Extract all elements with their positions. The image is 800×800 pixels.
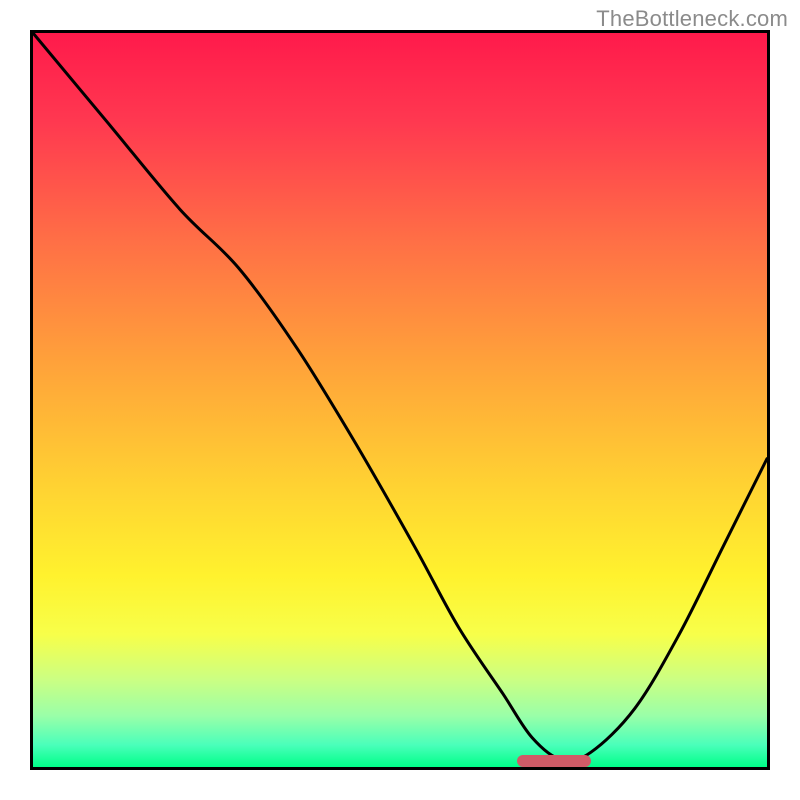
watermark-text: TheBottleneck.com <box>596 6 788 32</box>
chart-frame <box>30 30 770 770</box>
optimal-range-marker <box>517 755 590 767</box>
bottleneck-curve <box>33 33 767 767</box>
